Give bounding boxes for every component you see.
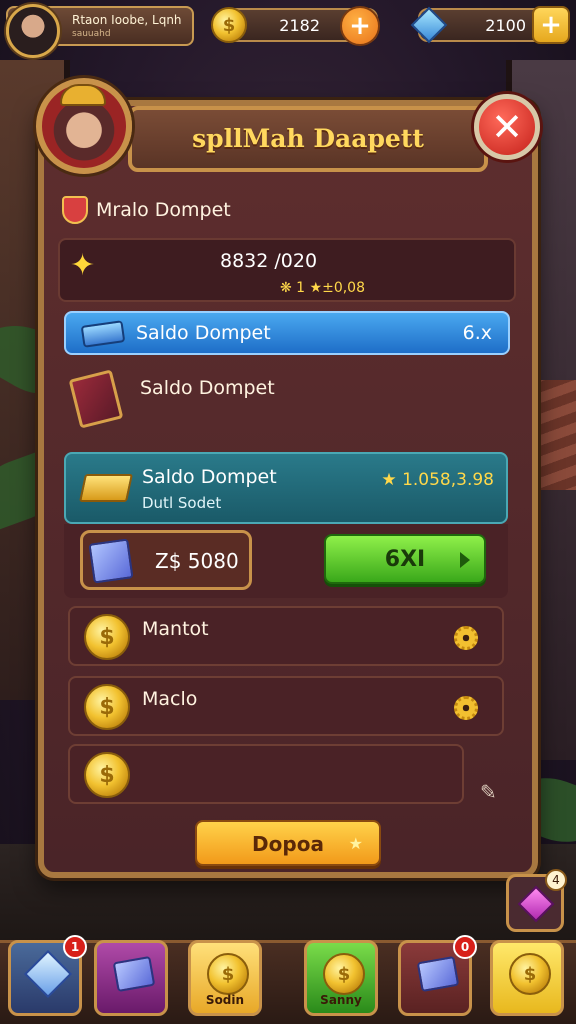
balance-sub: ❋ 1 ★±0,08	[280, 280, 365, 296]
list-item[interactable]: $	[68, 744, 464, 804]
coin-counter: $ 2182 +	[211, 6, 380, 46]
wallet-balance-label: Saldo Dompet	[136, 322, 271, 344]
player-avatar[interactable]	[6, 4, 60, 58]
plus-icon: +	[349, 11, 371, 41]
list-item-label: Maclo	[142, 688, 198, 710]
box-icon	[112, 953, 156, 995]
player-subtitle: sauuahd	[72, 29, 111, 39]
shield-icon	[62, 196, 88, 224]
notification-badge: 0	[453, 935, 477, 959]
notification-badge: 4	[545, 869, 567, 891]
balance-amount: 8832 /020	[220, 250, 318, 272]
player-profile-card[interactable]: Rtaon Ioobe, Lqnh sauuahd	[6, 4, 194, 58]
box-icon	[416, 953, 460, 995]
trade-amount: Z$ 5080	[155, 549, 239, 573]
nav-coin-button[interactable]: $ Sodin	[188, 940, 262, 1016]
ticket-icon	[80, 320, 126, 348]
coin-icon: $	[509, 953, 551, 995]
coin-icon: $	[323, 953, 365, 995]
nav-label: Sodin	[205, 993, 245, 1007]
close-button[interactable]: ✕	[474, 94, 540, 160]
star-icon: ★	[348, 834, 363, 853]
gem-shop-button[interactable]: 4	[506, 869, 567, 932]
gear-icon[interactable]	[454, 696, 478, 720]
coin-amount: 2182	[279, 16, 320, 35]
list-item[interactable]: $ Maclo	[68, 676, 504, 736]
gem-icon	[517, 885, 555, 923]
section-header: Mralo Dompet	[62, 196, 231, 224]
confirm-button[interactable]: 6XI	[324, 534, 486, 584]
balance-card: ✦ 8832 /020 ❋ 1 ★±0,08	[58, 238, 516, 302]
list-item-label: Mantot	[142, 618, 209, 640]
player-name: Rtaon Ioobe, Lqnh	[72, 13, 182, 27]
gem-icon	[408, 4, 450, 46]
coin-icon: $	[84, 752, 130, 798]
wallet-book-row[interactable]: Saldo Dompet	[64, 360, 510, 450]
close-icon: ✕	[491, 105, 523, 149]
trade-amount-box[interactable]: Z$ 5080	[80, 530, 252, 590]
coin-icon: $	[84, 614, 130, 660]
coin-icon: $	[84, 684, 130, 730]
wallet-balance-row[interactable]: Saldo Dompet 6.x	[64, 311, 510, 355]
panel-title-bar: spllMah Daapett	[128, 106, 488, 172]
wallet-book-label: Saldo Dompet	[140, 377, 275, 399]
crystal-icon	[23, 949, 73, 999]
arrow-right-icon	[460, 552, 470, 568]
gold-balance-sub: Dutl Sodet	[142, 494, 222, 512]
gold-balance-row[interactable]: Saldo Dompet Dutl Sodet ★ 1.058,3.98	[64, 452, 508, 524]
hat-icon	[60, 84, 106, 106]
edit-icon[interactable]: ✎	[480, 780, 497, 804]
gem-counter: 2100 +	[410, 6, 570, 44]
nav-coin-button[interactable]: $ Sanny	[304, 940, 378, 1016]
add-coins-button[interactable]: +	[340, 6, 380, 46]
nav-box-button[interactable]	[94, 940, 168, 1016]
nav-crystal-button[interactable]: 1	[8, 935, 87, 1016]
plus-icon: +	[540, 10, 562, 40]
gear-icon[interactable]	[454, 626, 478, 650]
list-item[interactable]: $ Mantot	[68, 606, 504, 666]
coin-icon: $	[207, 953, 249, 995]
panel-title: spllMah Daapett	[192, 124, 424, 153]
nav-label: Sanny	[320, 993, 362, 1007]
book-icon	[68, 369, 124, 429]
gold-bar-icon	[79, 474, 133, 502]
section-title: Mralo Dompet	[96, 199, 231, 221]
nav-coin-button[interactable]: $	[490, 940, 564, 1016]
wallet-balance-value: 6.x	[462, 322, 492, 344]
notification-badge: 1	[63, 935, 87, 959]
gold-balance-label: Saldo Dompet	[142, 466, 277, 488]
sparkle-coins-icon: ✦	[70, 248, 96, 283]
add-gems-button[interactable]: +	[532, 6, 570, 44]
nav-box-button[interactable]: 0	[398, 935, 477, 1016]
gold-balance-value: ★ 1.058,3.98	[381, 470, 494, 490]
coin-icon: $	[208, 4, 250, 46]
action-button[interactable]: Dopoa ★	[195, 820, 381, 866]
cube-icon	[88, 538, 134, 584]
gem-amount: 2100	[485, 16, 526, 35]
